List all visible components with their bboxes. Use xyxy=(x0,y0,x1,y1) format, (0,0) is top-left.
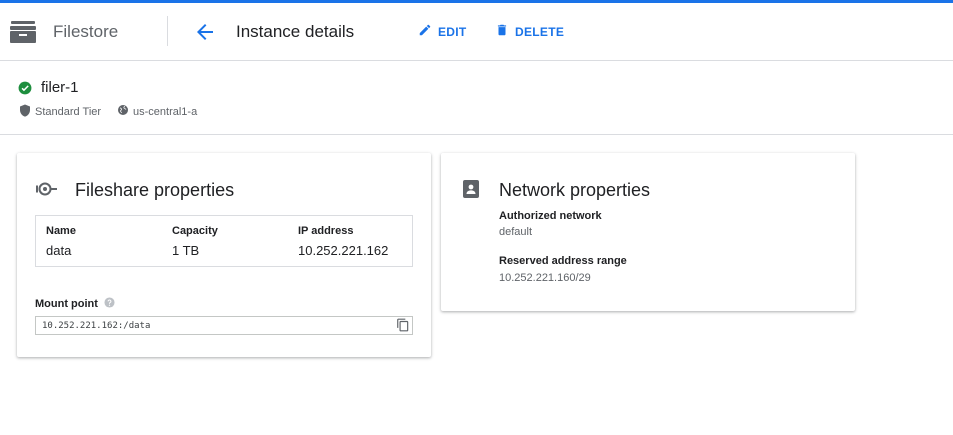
column-header: IP address xyxy=(298,225,354,237)
network-icon xyxy=(459,177,483,201)
filestore-icon[interactable] xyxy=(10,21,36,43)
network-card-title: Network properties xyxy=(499,180,651,200)
back-arrow-icon[interactable] xyxy=(193,20,217,44)
instance-summary: filer-1 Standard Tier us-central1-a xyxy=(0,61,953,135)
check-circle-icon xyxy=(18,81,32,95)
capacity-value: 1 TB xyxy=(172,243,200,258)
ip-address-value: 10.252.221.162 xyxy=(298,243,389,258)
app-header: Filestore Instance details EDIT DELETE xyxy=(0,3,953,61)
copy-icon[interactable] xyxy=(396,318,410,332)
column-header: Capacity xyxy=(172,225,218,237)
shield-icon xyxy=(19,104,31,120)
share-name-column: Name data xyxy=(46,225,76,258)
tier-badge: Standard Tier xyxy=(19,104,101,120)
edit-button-label: EDIT xyxy=(438,25,467,39)
fileshare-card-title: Fileshare properties xyxy=(75,180,235,200)
fileshare-icon xyxy=(35,177,59,201)
column-header: Name xyxy=(46,225,76,237)
fileshare-properties-card: Fileshare properties Name data Capacity … xyxy=(17,153,431,357)
mount-point-label-text: Mount point xyxy=(35,298,98,310)
mount-point-input[interactable] xyxy=(36,317,386,334)
reserved-range-value: 10.252.221.160/29 xyxy=(499,272,591,284)
network-properties-card: Network properties Authorized network de… xyxy=(441,153,855,311)
delete-button-label: DELETE xyxy=(515,25,565,39)
edit-button[interactable]: EDIT xyxy=(418,21,467,43)
delete-button[interactable]: DELETE xyxy=(495,21,564,43)
ip-address-column: IP address 10.252.221.162 xyxy=(298,225,388,258)
mount-point-field xyxy=(35,316,413,335)
help-icon[interactable] xyxy=(104,297,115,311)
share-name-value: data xyxy=(46,243,72,258)
fileshare-details-table: Name data Capacity 1 TB IP address 10.25… xyxy=(35,215,413,267)
zone-label: us-central1-a xyxy=(133,105,198,118)
instance-name: filer-1 xyxy=(41,79,79,96)
tier-label: Standard Tier xyxy=(35,106,102,118)
product-name[interactable]: Filestore xyxy=(53,22,118,42)
authorized-network-label: Authorized network xyxy=(499,210,602,222)
trash-icon xyxy=(495,23,509,42)
header-divider xyxy=(167,16,168,46)
mount-point-label: Mount point xyxy=(35,297,115,311)
globe-icon xyxy=(117,104,129,119)
zone-badge: us-central1-a xyxy=(117,104,197,119)
pencil-icon xyxy=(418,23,432,42)
page-title: Instance details xyxy=(236,22,355,41)
authorized-network-value: default xyxy=(499,226,533,238)
reserved-range-label: Reserved address range xyxy=(499,255,627,267)
capacity-column: Capacity 1 TB xyxy=(172,225,218,258)
